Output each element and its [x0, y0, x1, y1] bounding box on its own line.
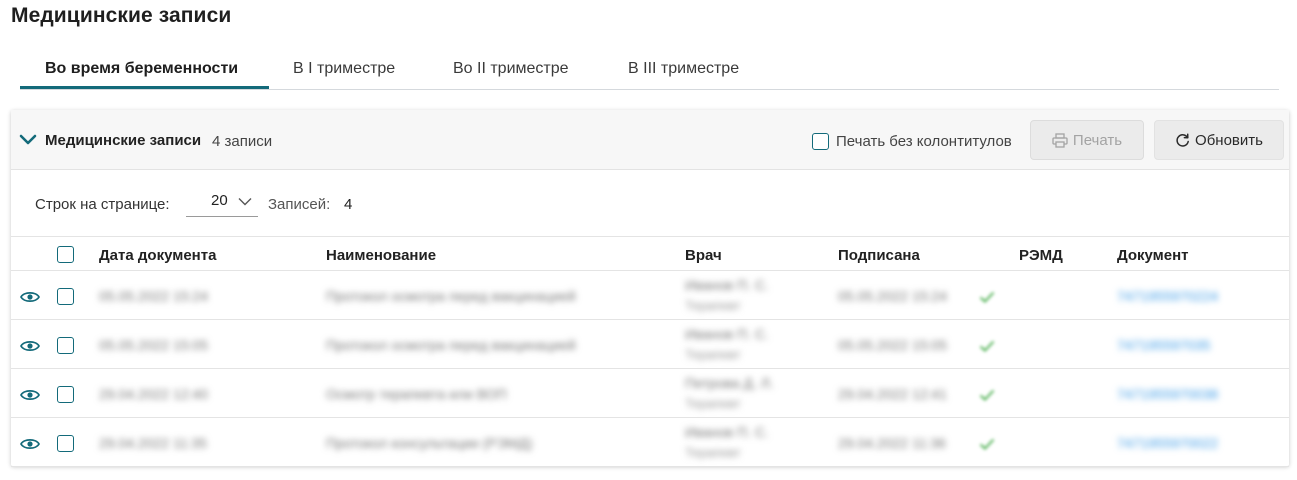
cell-date: 05.05.2022 15:24 [99, 288, 208, 304]
cell-name: Протокол осмотра перед вакцинацией [326, 337, 576, 353]
panel-header: Медицинские записи 4 записи Печать без к… [11, 110, 1289, 170]
cell-document-link[interactable]: 7471955970038 [1117, 386, 1218, 402]
check-icon [979, 291, 995, 303]
eye-icon[interactable] [20, 437, 40, 451]
column-header-doctor[interactable]: Врач [685, 247, 722, 264]
check-icon [979, 389, 995, 401]
print-without-headers-label: Печать без колонтитулов [836, 133, 1012, 150]
table-row: 05.05.2022 15:05 Протокол осмотра перед … [11, 320, 1289, 369]
medical-records-panel: Медицинские записи 4 записи Печать без к… [11, 110, 1289, 467]
tab-trimester-1[interactable]: В I триместре [293, 48, 395, 89]
print-without-headers-checkbox[interactable] [812, 133, 829, 150]
column-header-signed[interactable]: Подписана [838, 247, 920, 264]
cell-doctor: Иванов П. С. [685, 277, 769, 293]
cell-document-link[interactable]: 7471955970224 [1117, 288, 1218, 304]
check-icon [979, 340, 995, 352]
column-header-date[interactable]: Дата документа [99, 247, 216, 264]
rows-per-page-label: Строк на странице: [35, 196, 170, 213]
cell-signed: 29.04.2022 11:36 [838, 435, 946, 451]
eye-icon[interactable] [20, 290, 40, 304]
print-button[interactable]: Печать [1030, 120, 1144, 160]
row-checkbox[interactable] [57, 386, 74, 403]
row-checkbox[interactable] [57, 288, 74, 305]
records-label: Записей: [268, 196, 331, 213]
cell-doctor-role: Терапевт [685, 396, 741, 411]
pagination-controls: Строк на странице: 20 Записей: 4 [35, 192, 435, 217]
page-title: Медицинские записи [11, 4, 232, 27]
cell-doctor-role: Терапевт [685, 298, 741, 313]
eye-icon[interactable] [20, 339, 40, 353]
column-header-document[interactable]: Документ [1117, 247, 1189, 264]
refresh-icon [1176, 133, 1189, 147]
cell-doctor: Иванов П. С. [685, 326, 769, 342]
printer-icon [1052, 132, 1068, 148]
check-icon [979, 438, 995, 450]
cell-doctor: Иванов П. С. [685, 424, 769, 440]
chevron-down-icon[interactable] [19, 131, 37, 149]
table-row: 29.04.2022 11:35 Протокол консультации (… [11, 418, 1289, 467]
eye-icon[interactable] [20, 388, 40, 402]
tab-during-pregnancy[interactable]: Во время беременности [45, 48, 238, 89]
cell-name: Протокол консультации (РЭМД) [326, 435, 533, 451]
tab-bar: Во время беременности В I триместре Во I… [20, 48, 1279, 90]
cell-name: Протокол осмотра перед вакцинацией [326, 288, 576, 304]
active-tab-indicator [20, 86, 269, 89]
row-checkbox[interactable] [57, 337, 74, 354]
records-table: Дата документа Наименование Врач Подписа… [11, 236, 1289, 467]
cell-doctor-role: Терапевт [685, 445, 741, 460]
tab-trimester-2[interactable]: Во II триместре [453, 48, 569, 89]
cell-date: 29.04.2022 12:40 [99, 386, 208, 402]
refresh-button-label: Обновить [1195, 131, 1263, 149]
rows-per-page-value: 20 [211, 192, 228, 209]
tab-trimester-3[interactable]: В III триместре [628, 48, 739, 89]
column-header-remd[interactable]: РЭМД [1019, 247, 1063, 264]
column-header-name[interactable]: Наименование [326, 247, 436, 264]
cell-date: 29.04.2022 11:35 [99, 435, 207, 451]
cell-document-link[interactable]: 7471955970022 [1117, 435, 1218, 451]
cell-doctor: Петрова Д. Л. [685, 375, 774, 391]
row-checkbox[interactable] [57, 435, 74, 452]
cell-doctor-role: Терапевт [685, 347, 741, 362]
cell-signed: 29.04.2022 12:41 [838, 386, 947, 402]
table-row: 29.04.2022 12:40 Осмотр терапевта или ВО… [11, 369, 1289, 418]
cell-name: Осмотр терапевта или ВОП [326, 386, 507, 402]
cell-document-link[interactable]: 747195597035 [1117, 337, 1210, 353]
table-header: Дата документа Наименование Врач Подписа… [11, 236, 1289, 271]
cell-signed: 05.05.2022 15:24 [838, 288, 947, 304]
print-button-label: Печать [1072, 131, 1123, 149]
table-row: 05.05.2022 15:24 Протокол осмотра перед … [11, 271, 1289, 320]
chevron-down-icon [238, 198, 252, 206]
panel-record-count: 4 записи [212, 133, 273, 150]
rows-per-page-select[interactable]: 20 [186, 192, 258, 217]
select-all-checkbox[interactable] [57, 246, 74, 263]
panel-title: Медицинские записи [45, 132, 202, 149]
cell-date: 05.05.2022 15:05 [99, 337, 208, 353]
refresh-button[interactable]: Обновить [1154, 120, 1284, 160]
cell-signed: 05.05.2022 15:05 [838, 337, 947, 353]
records-count: 4 [344, 196, 353, 213]
